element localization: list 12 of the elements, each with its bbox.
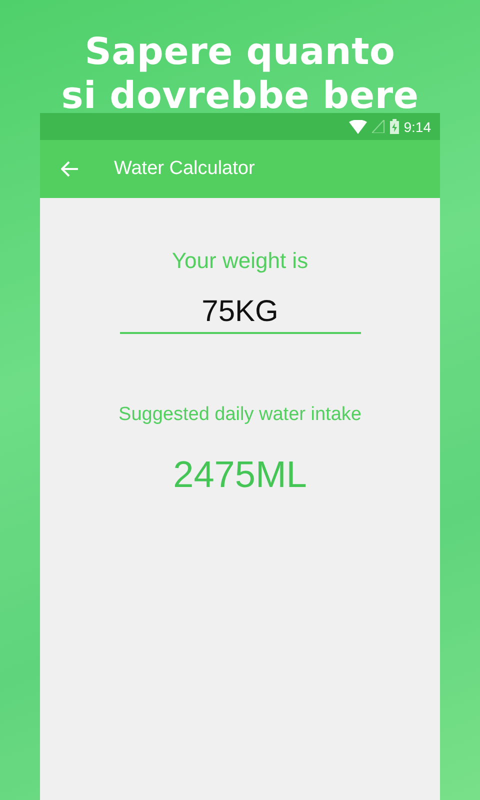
wifi-icon [348, 120, 367, 134]
clock-time: 9:14 [404, 118, 431, 134]
weight-input-field[interactable]: 75KG [120, 292, 360, 334]
back-arrow-icon [61, 161, 79, 177]
weight-label: Your weight is [172, 248, 308, 274]
intake-label: Suggested daily water intake [118, 404, 362, 426]
headline-line: si dovrebbe bere [61, 74, 419, 118]
app-bar-title: Water Calculator [114, 158, 255, 180]
intake-value: 2475ML [173, 454, 307, 496]
battery-icon [390, 119, 399, 134]
signal-icon [372, 120, 385, 133]
headline-line: Sapere quanto [84, 30, 396, 74]
